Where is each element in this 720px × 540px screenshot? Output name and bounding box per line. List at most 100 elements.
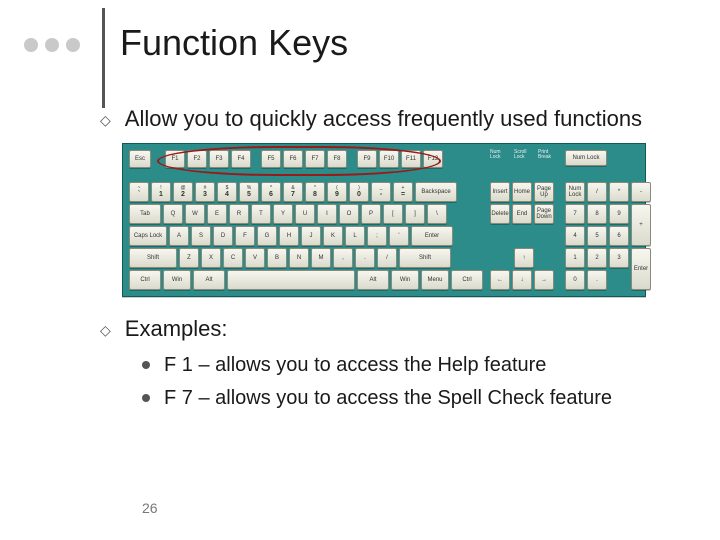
disc-bullet-icon — [142, 361, 150, 369]
key-end: End — [512, 204, 532, 224]
key-numlock-led: Num Lock — [565, 150, 607, 166]
bullet-text: F 1 – allows you to access the Help feat… — [164, 352, 546, 379]
key-ctrl: Ctrl — [451, 270, 483, 290]
key-r: R — [229, 204, 249, 224]
key-pagedown: Page Down — [534, 204, 554, 224]
key-[: [ — [383, 204, 403, 224]
key-m: M — [311, 248, 331, 268]
key-8: *8 — [305, 182, 325, 202]
key-f: F — [235, 226, 255, 246]
key-/: / — [377, 248, 397, 268]
key-l: L — [345, 226, 365, 246]
key-f4: F4 — [231, 150, 251, 168]
key-np-/: / — [587, 182, 607, 202]
key-7: &7 — [283, 182, 303, 202]
indicator-label: Num Lock — [490, 150, 510, 168]
key-arrow-down: ↓ — [512, 270, 532, 290]
bullet-text: Examples: — [125, 315, 228, 343]
key-alt: Alt — [357, 270, 389, 290]
key-y: Y — [273, 204, 293, 224]
key-capslock: Caps Lock — [129, 226, 167, 246]
key-np-8: 8 — [587, 204, 607, 224]
key-shift-left: Shift — [129, 248, 177, 268]
key-insert: Insert — [490, 182, 510, 202]
key-np--: - — [631, 182, 651, 202]
key-9: (9 — [327, 182, 347, 202]
keyboard-illustration: Esc F1F2F3F4F5F6F7F8F9F10F11F12 ~`!1@2#3… — [122, 143, 646, 297]
hollow-square-icon: ◇ — [100, 112, 111, 130]
key-q: Q — [163, 204, 183, 224]
key-np-6: 6 — [609, 226, 629, 246]
key-f3: F3 — [209, 150, 229, 168]
key-s: S — [191, 226, 211, 246]
key--: _- — [371, 182, 391, 202]
key-np-0: 0 — [565, 270, 585, 290]
key-alt: Alt — [193, 270, 225, 290]
key-.: . — [355, 248, 375, 268]
key-,: , — [333, 248, 353, 268]
key-a: A — [169, 226, 189, 246]
disc-bullet-icon — [142, 394, 150, 402]
key-0: )0 — [349, 182, 369, 202]
key-i: I — [317, 204, 337, 224]
key-np-4: 4 — [565, 226, 585, 246]
home-row: Caps LockASDFGHJKL;'Enter — [129, 226, 483, 246]
key-=: += — [393, 182, 413, 202]
bullet-level2: F 7 – allows you to access the Spell Che… — [142, 385, 690, 412]
keyboard-numpad: Num Lock Num Lock/*- 789 + 456 123 Enter… — [565, 150, 651, 290]
key-p: P — [361, 204, 381, 224]
key-\: \ — [427, 204, 447, 224]
key-f12: F12 — [423, 150, 443, 168]
key-win: Win — [391, 270, 419, 290]
content-area: ◇ Allow you to quickly access frequently… — [100, 105, 690, 418]
dot-icon — [24, 38, 38, 52]
accent-dots — [24, 38, 80, 52]
key-np-*: * — [609, 182, 629, 202]
key-f5: F5 — [261, 150, 281, 168]
key-u: U — [295, 204, 315, 224]
key-menu: Menu — [421, 270, 449, 290]
key-pageup: Page Up — [534, 182, 554, 202]
key-o: O — [339, 204, 359, 224]
key-np-9: 9 — [609, 204, 629, 224]
key-f7: F7 — [305, 150, 325, 168]
key-numpad-plus: + — [631, 204, 651, 246]
bullet-text: Allow you to quickly access frequently u… — [125, 105, 642, 133]
key-np-dot: . — [587, 270, 607, 290]
slide: Function Keys ◇ Allow you to quickly acc… — [0, 0, 720, 540]
key-np-1: 1 — [565, 248, 585, 268]
keyboard-main-cluster: Esc F1F2F3F4F5F6F7F8F9F10F11F12 ~`!1@2#3… — [129, 150, 483, 290]
key-c: C — [223, 248, 243, 268]
indicator-label: Print Break — [538, 150, 558, 168]
key-3: #3 — [195, 182, 215, 202]
key-np-2: 2 — [587, 248, 607, 268]
key-f2: F2 — [187, 150, 207, 168]
key-e: E — [207, 204, 227, 224]
key-t: T — [251, 204, 271, 224]
key-': ' — [389, 226, 409, 246]
key-home: Home — [512, 182, 532, 202]
key-h: H — [279, 226, 299, 246]
key-n: N — [289, 248, 309, 268]
key-enter: Enter — [411, 226, 453, 246]
key-f8: F8 — [327, 150, 347, 168]
key-d: D — [213, 226, 233, 246]
key-arrow-right: → — [534, 270, 554, 290]
dot-icon — [45, 38, 59, 52]
key-np-Num Lock: Num Lock — [565, 182, 585, 202]
key-tab: Tab — [129, 204, 161, 224]
key-x: X — [201, 248, 221, 268]
key-f10: F10 — [379, 150, 399, 168]
key-w: W — [185, 204, 205, 224]
function-key-row: Esc F1F2F3F4F5F6F7F8F9F10F11F12 — [129, 150, 483, 168]
key-k: K — [323, 226, 343, 246]
key-6: ^6 — [261, 182, 281, 202]
bullet-level1: ◇ Examples: — [100, 315, 690, 343]
key-delete: Delete — [490, 204, 510, 224]
key-win: Win — [163, 270, 191, 290]
key-5: %5 — [239, 182, 259, 202]
key-esc: Esc — [129, 150, 151, 168]
key-b: B — [267, 248, 287, 268]
bullet-level1: ◇ Allow you to quickly access frequently… — [100, 105, 690, 133]
dot-icon — [66, 38, 80, 52]
